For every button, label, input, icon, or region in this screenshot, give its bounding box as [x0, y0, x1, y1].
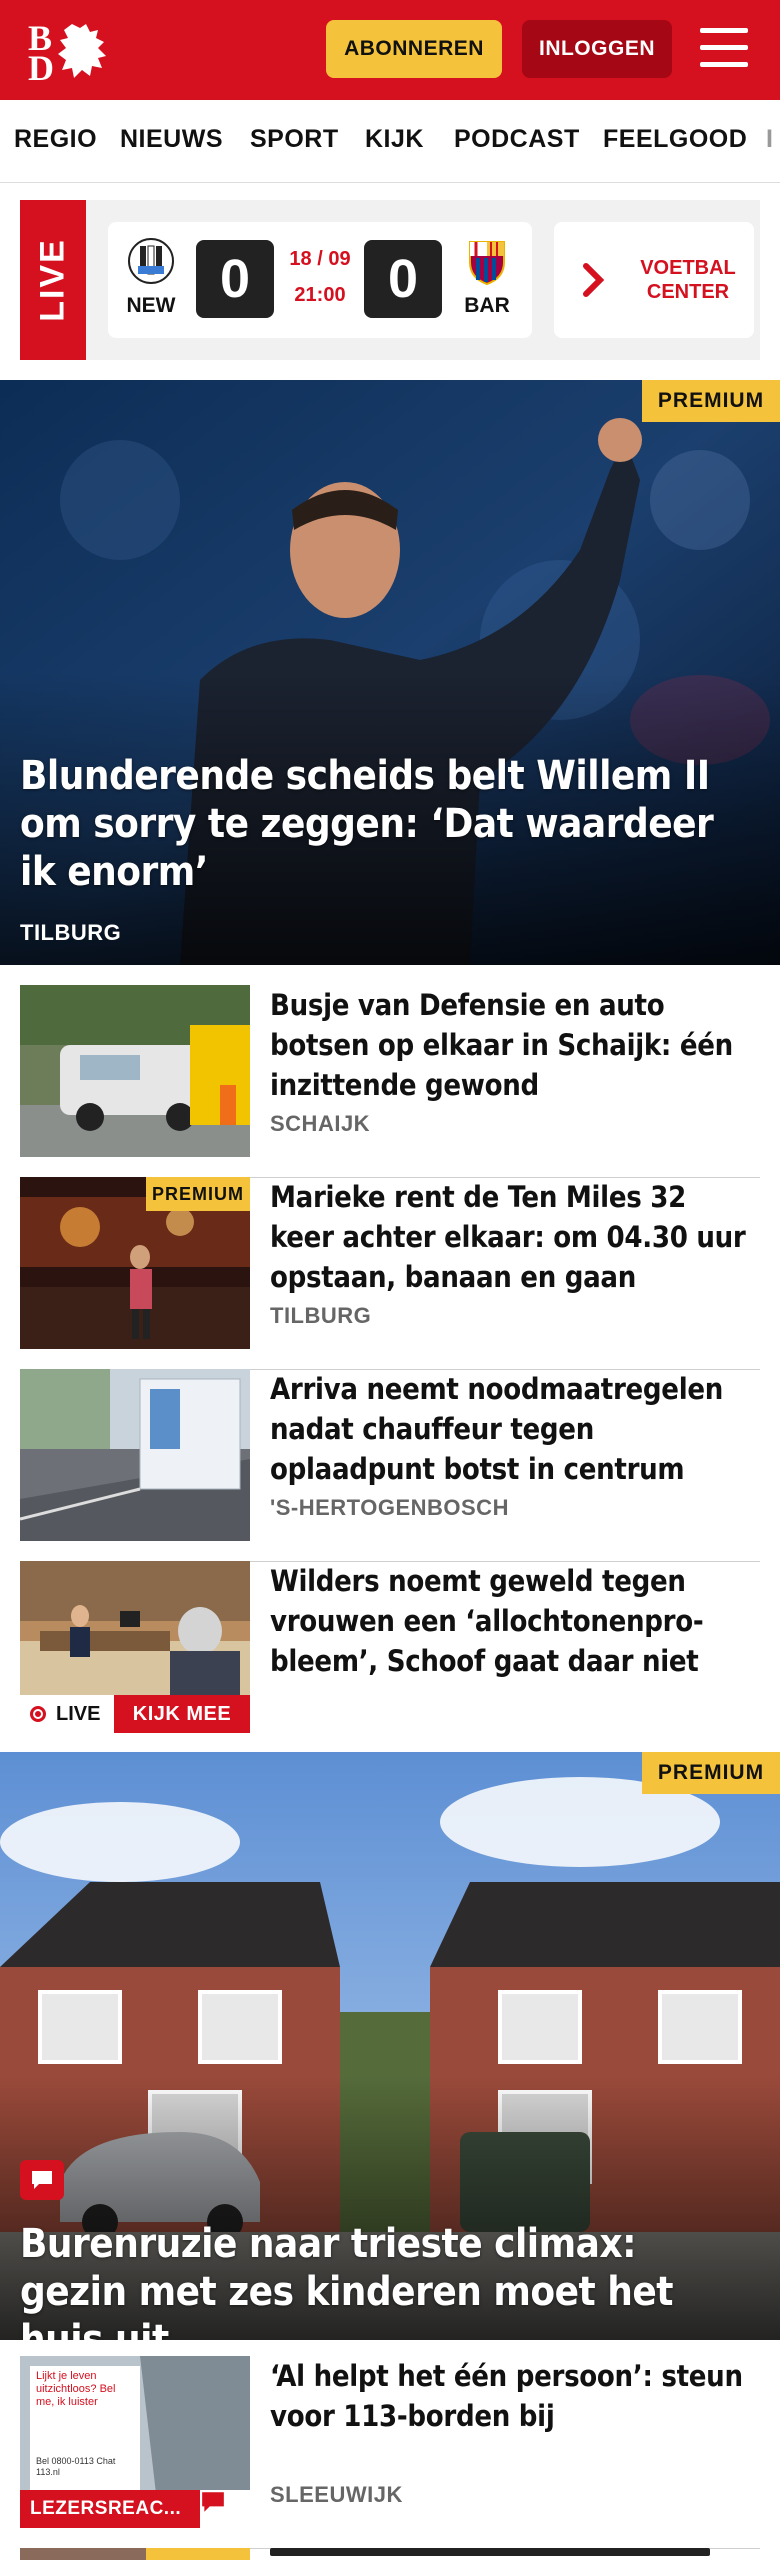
- lion-icon: [58, 24, 106, 78]
- sign-phone: Bel 0800-0113 Chat 113.nl: [36, 2456, 116, 2477]
- hero-1-location: TILBURG: [20, 920, 122, 945]
- article-4-title[interactable]: Wilders noemt geweld tegen vrouwen een ‘…: [270, 1561, 750, 1681]
- premium-badge: PREMIUM: [146, 1177, 250, 1211]
- article-5-location: SLEEUWIJK: [270, 2482, 403, 2507]
- subscribe-button[interactable]: ABONNEREN: [326, 20, 502, 78]
- match-date: 18 / 09: [289, 248, 351, 270]
- article-item-6[interactable]: [20, 2548, 760, 2560]
- article-5-title[interactable]: ‘Al helpt het één persoon’: steun voor 1…: [270, 2356, 750, 2436]
- section-nav: REGIO NIEUWS SPORT KIJK PODCAST FEELGOOD…: [0, 100, 780, 183]
- login-button[interactable]: INLOGGEN: [522, 20, 672, 78]
- nav-item-kijk[interactable]: KIJK: [365, 125, 424, 154]
- comment-icon: [200, 2490, 250, 2528]
- article-item-1[interactable]: Busje van Defensie en auto botsen op elk…: [20, 985, 760, 1178]
- article-1-location: SCHAIJK: [270, 1111, 371, 1136]
- article-2-title[interactable]: Marieke rent de Ten Miles 32 keer achter…: [270, 1177, 750, 1297]
- article-3-title[interactable]: Arriva neemt noodmaatregelen nadat chauf…: [270, 1369, 750, 1489]
- sign-text: Lijkt je leven uitzichtloos? Bel me, ik …: [36, 2370, 116, 2408]
- newcastle-crest-icon: [128, 238, 174, 284]
- premium-badge: PREMIUM: [642, 1752, 780, 1794]
- site-header: B D ABONNEREN INLOGGEN: [0, 0, 780, 100]
- nav-item-sport[interactable]: SPORT: [250, 125, 339, 154]
- home-team-name: NEW: [126, 294, 176, 317]
- kijk-mee-button[interactable]: KIJK MEE: [114, 1695, 250, 1733]
- live-badge: LIVE: [20, 200, 86, 360]
- article-item-3[interactable]: Arriva neemt noodmaatregelen nadat chauf…: [20, 1369, 760, 1562]
- live-indicator: LIVE: [20, 1695, 114, 1733]
- chevron-right-icon[interactable]: [580, 260, 608, 300]
- article-1-title[interactable]: Busje van Defensie en auto botsen op elk…: [270, 985, 750, 1105]
- article-3-location: 'S-HERTOGENBOSCH: [270, 1495, 509, 1520]
- article-item-4[interactable]: LIVE KIJK MEE Wilders noemt geweld tegen…: [20, 1561, 760, 1754]
- away-team-name: BAR: [464, 294, 510, 317]
- reader-reactions-chip[interactable]: LEZERSREAC...: [20, 2490, 200, 2528]
- voetbal-center-link[interactable]: VOETBAL CENTER: [638, 222, 738, 338]
- nav-item-more[interactable]: I: [766, 125, 773, 154]
- home-score: 0: [196, 240, 274, 318]
- article-4-thumbnail: LIVE KIJK MEE: [20, 1561, 250, 1733]
- nav-item-podcast[interactable]: PODCAST: [454, 125, 580, 154]
- premium-badge: PREMIUM: [642, 380, 780, 422]
- menu-icon[interactable]: [700, 24, 752, 74]
- hero-1-title[interactable]: Blunderende scheids belt Willem II om so…: [20, 752, 750, 896]
- article-6-title: [270, 2548, 710, 2556]
- barcelona-crest-icon: [469, 241, 505, 286]
- hero-2-title[interactable]: Burenruzie naar trieste climax: gezin me…: [20, 2220, 750, 2340]
- match-time: 21:00: [294, 284, 346, 306]
- bd-logo[interactable]: B D: [28, 20, 118, 88]
- article-5-thumbnail: Lijkt je leven uitzichtloos? Bel me, ik …: [20, 2356, 250, 2528]
- premium-badge: [146, 2548, 250, 2560]
- article-2-location: TILBURG: [270, 1303, 372, 1328]
- article-1-thumbnail: [20, 985, 250, 1157]
- nav-item-feelgood[interactable]: FEELGOOD: [603, 125, 747, 154]
- live-dot-icon: [30, 1706, 46, 1722]
- logo-letter-d: D: [28, 48, 54, 88]
- article-2-thumbnail: PREMIUM: [20, 1177, 250, 1349]
- article-item-2[interactable]: PREMIUM Marieke rent de Ten Miles 32 kee…: [20, 1177, 760, 1370]
- hero-article-1[interactable]: PREMIUM Blunderende scheids belt Willem …: [0, 380, 780, 965]
- match-card[interactable]: NEW 0 18 / 09 21:00 0 BAR: [108, 222, 532, 338]
- away-score: 0: [364, 240, 442, 318]
- article-item-5[interactable]: Lijkt je leven uitzichtloos? Bel me, ik …: [20, 2356, 760, 2549]
- comment-icon: [20, 2160, 64, 2200]
- nav-item-nieuws[interactable]: NIEUWS: [120, 125, 223, 154]
- article-3-thumbnail: [20, 1369, 250, 1541]
- hero-article-2[interactable]: PREMIUM Burenruzie naar trieste climax: …: [0, 1752, 780, 2340]
- live-scores-widget: LIVE NEW 0 18 / 09 21:00 0 BAR VOETBAL CE…: [20, 200, 760, 360]
- nav-item-regio[interactable]: REGIO: [14, 125, 97, 154]
